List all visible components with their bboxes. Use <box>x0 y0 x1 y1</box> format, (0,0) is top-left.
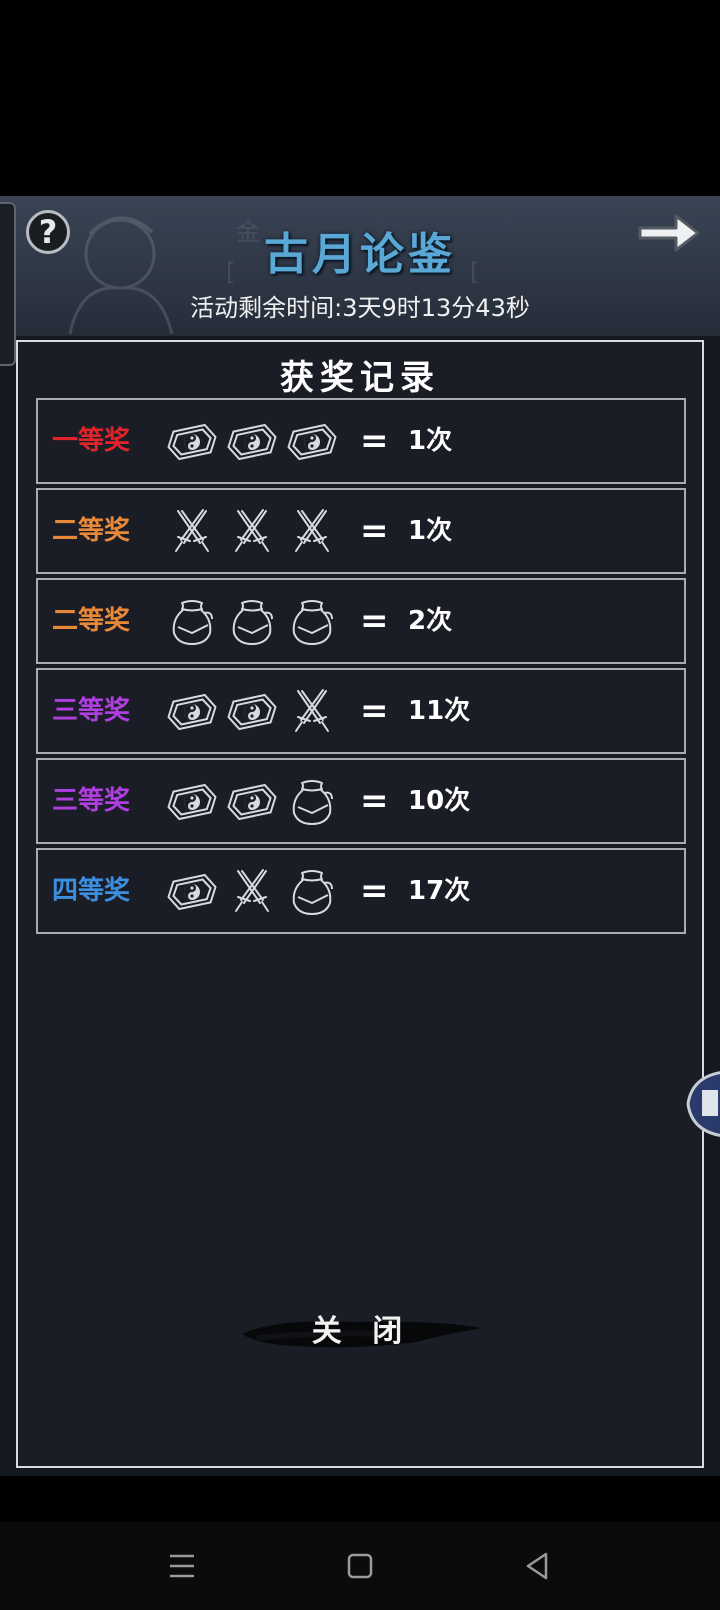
pouch-icon <box>286 597 338 647</box>
pouch-icon <box>226 597 278 647</box>
game-area: 金 [ [ ? 古月论鉴 活动剩余时间:3天9时13分43秒 获奖记录 一等奖 =… <box>0 196 720 1476</box>
event-header: 金 [ [ ? 古月论鉴 活动剩余时间:3天9时13分43秒 <box>0 196 720 366</box>
taiji-coin-icon <box>166 867 218 917</box>
record-row: 三等奖 = 10次 <box>36 758 686 844</box>
record-row: 二等奖 = 1次 <box>36 488 686 574</box>
crossed-swords-icon <box>286 507 338 557</box>
crossed-swords-icon <box>166 507 218 557</box>
equals-sign: = <box>360 691 389 731</box>
win-count: 10次 <box>408 786 471 816</box>
equals-sign: = <box>360 511 389 551</box>
prize-tier-label: 三等奖 <box>52 696 131 726</box>
countdown-timer: 活动剩余时间:3天9时13分43秒 <box>0 288 720 323</box>
pouch-icon <box>286 777 338 827</box>
record-row: 二等奖 = 2次 <box>36 578 686 664</box>
taiji-coin-icon <box>166 417 218 467</box>
prize-tier-label: 四等奖 <box>52 876 131 906</box>
win-count: 1次 <box>408 516 453 546</box>
pouch-icon <box>286 867 338 917</box>
prize-tier-label: 二等奖 <box>52 606 131 636</box>
equals-sign: = <box>360 601 389 641</box>
win-count: 11次 <box>408 696 471 726</box>
taiji-coin-icon <box>166 777 218 827</box>
status-bar-area <box>0 0 720 196</box>
side-badge-icon[interactable] <box>684 1068 720 1140</box>
timer-label: 活动剩余时间: <box>190 294 343 322</box>
taiji-coin-icon <box>226 417 278 467</box>
record-row: 三等奖 = 11次 <box>36 668 686 754</box>
event-title: 古月论鉴 <box>264 229 456 280</box>
equals-sign: = <box>360 871 389 911</box>
timer-value: 3天9时13分43秒 <box>342 294 530 322</box>
pouch-icon <box>166 597 218 647</box>
win-count: 2次 <box>408 606 453 636</box>
close-button[interactable]: 关 闭 <box>236 1304 488 1360</box>
close-label: 关 闭 <box>311 1314 413 1349</box>
panel-title: 获奖记录 <box>280 358 440 398</box>
crossed-swords-icon <box>226 867 278 917</box>
taiji-coin-icon <box>166 687 218 737</box>
back-triangle-icon[interactable] <box>516 1544 560 1588</box>
win-count: 17次 <box>408 876 471 906</box>
equals-sign: = <box>360 781 389 821</box>
record-list: 一等奖 = 1次 二等奖 = 1次 二等奖 = 2次 三等奖 = 11次 三等奖 = 10次 四等奖 = 17次 <box>36 398 686 938</box>
prize-tier-label: 二等奖 <box>52 516 131 546</box>
taiji-coin-icon <box>286 417 338 467</box>
win-count: 1次 <box>408 426 453 456</box>
prize-tier-label: 一等奖 <box>52 426 131 456</box>
taiji-coin-icon <box>226 777 278 827</box>
equals-sign: = <box>360 421 389 461</box>
record-row: 四等奖 = 17次 <box>36 848 686 934</box>
crossed-swords-icon <box>286 687 338 737</box>
crossed-swords-icon <box>226 507 278 557</box>
menu-icon[interactable] <box>160 1544 204 1588</box>
record-row: 一等奖 = 1次 <box>36 398 686 484</box>
award-record-panel: 获奖记录 一等奖 = 1次 二等奖 = 1次 二等奖 = 2次 三等奖 = 11次 三等奖 = 10次 四等奖… <box>16 340 704 1468</box>
taiji-coin-icon <box>226 687 278 737</box>
prize-tier-label: 三等奖 <box>52 786 131 816</box>
system-nav-bar <box>0 1522 720 1610</box>
home-square-icon[interactable] <box>338 1544 382 1588</box>
